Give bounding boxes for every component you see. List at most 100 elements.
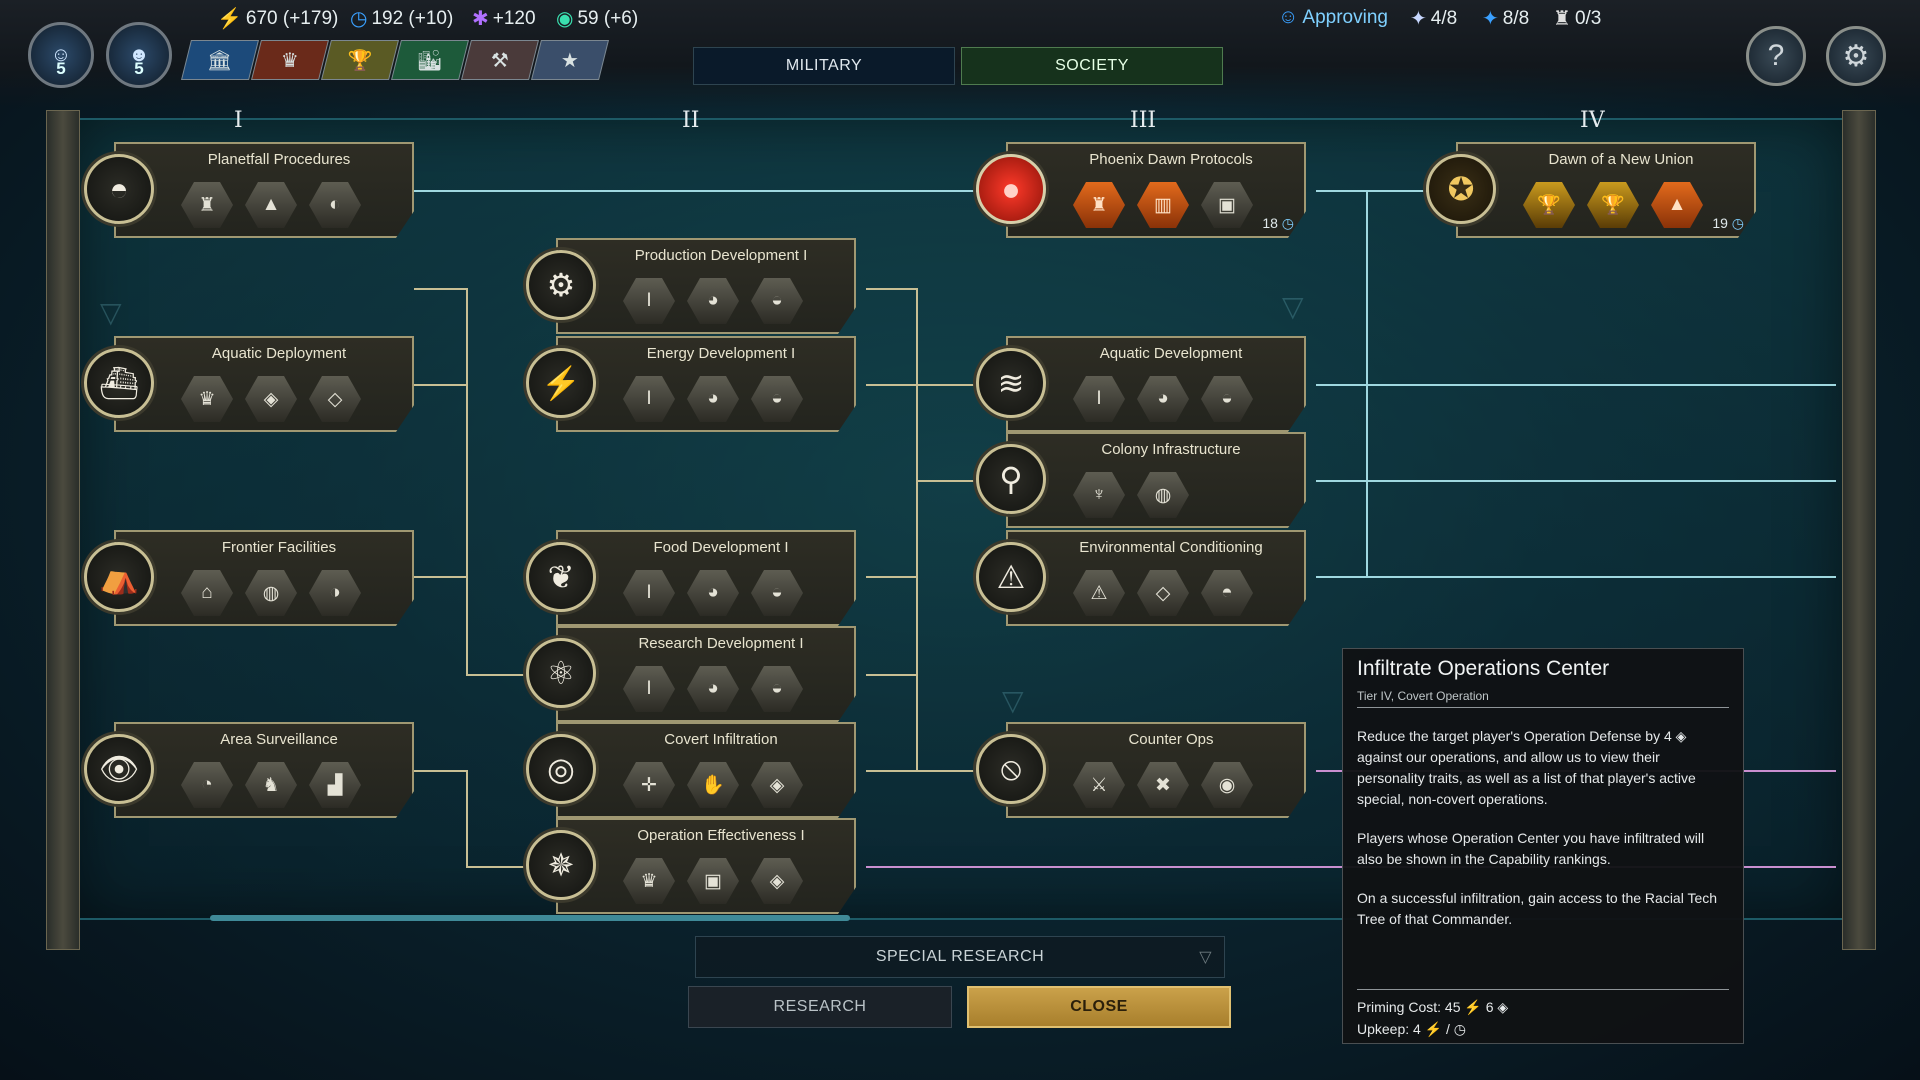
tech-phoenix-dawn-protocols[interactable]: ● Phoenix Dawn Protocols ♜ ▥ ▣ 18 ◷ <box>976 142 1306 238</box>
signal-resource[interactable]: ◉ 59 (+6) <box>556 6 638 31</box>
tech-energy-development[interactable]: ⚡ Energy Development I I ◕ ◒ <box>526 336 856 432</box>
connector <box>916 288 918 770</box>
unlock-slot-icon[interactable]: ◔ <box>181 762 233 808</box>
operations-count-1[interactable]: ✦ 4/8 <box>1410 6 1457 31</box>
unlock-slot-icon[interactable]: ◍ <box>1137 472 1189 518</box>
horizontal-scrollbar[interactable] <box>210 915 850 921</box>
unlock-slot-icon[interactable]: ◇ <box>309 376 361 422</box>
tier-slot-icon[interactable]: I <box>623 666 675 712</box>
unlock-slot-icon[interactable]: ⚔ <box>1073 762 1125 808</box>
tab-society[interactable]: SOCIETY <box>961 47 1223 85</box>
priming-cost: Priming Cost: 45 ⚡ 6 ◈ <box>1357 999 1509 1015</box>
unlock-slot-icon[interactable]: ◒ <box>751 278 803 324</box>
unlock-slot-icon[interactable]: ▟ <box>309 762 361 808</box>
settings-button[interactable]: ⚙ <box>1826 26 1886 86</box>
tab-military[interactable]: MILITARY <box>693 47 955 85</box>
unlock-slot-icon[interactable]: ✛ <box>623 762 675 808</box>
hero-avatar[interactable]: ☻ 5 <box>106 22 172 88</box>
tier-slot-icon[interactable]: I <box>623 570 675 616</box>
tech-planetfall-procedures[interactable]: ◓ Planetfall Procedures ♜ ▲ ◐ <box>84 142 414 238</box>
unlock-slot-icon[interactable]: ◐ <box>309 182 361 228</box>
tech-food-development[interactable]: ❦ Food Development I I ◕ ◒ <box>526 530 856 626</box>
unlock-slot-icon[interactable]: ◕ <box>687 376 739 422</box>
unlock-slot-icon[interactable]: ◈ <box>245 376 297 422</box>
tech-operation-effectiveness[interactable]: ✵ Operation Effectiveness I ♛ ▣ ◈ <box>526 818 856 914</box>
connector <box>1316 576 1836 578</box>
unlock-slot-icon[interactable]: ◒ <box>751 666 803 712</box>
connector <box>1316 384 1836 386</box>
tech-research-development[interactable]: ⚛ Research Development I I ◕ ◒ <box>526 626 856 722</box>
unlock-slot-icon[interactable]: ◑ <box>309 570 361 616</box>
connector <box>866 576 916 578</box>
special-research-dropdown[interactable]: SPECIAL RESEARCH ▽ <box>695 936 1225 978</box>
tech-aquatic-deployment[interactable]: ⛴ Aquatic Deployment ♛ ◈ ◇ <box>84 336 414 432</box>
tech-aquatic-development[interactable]: ≋ Aquatic Development I ◕ ◒ <box>976 336 1306 432</box>
unlock-slot-icon[interactable]: ▣ <box>1201 182 1253 228</box>
tier-slot-icon[interactable]: I <box>1073 376 1125 422</box>
unlock-slot-icon[interactable]: ◒ <box>751 570 803 616</box>
unlock-slot-icon[interactable]: ▥ <box>1137 182 1189 228</box>
unlock-slot-icon[interactable]: ◇ <box>1137 570 1189 616</box>
tooltip-infiltration-note: On a successful infiltration, gain acces… <box>1357 890 1718 927</box>
tech-covert-infiltration[interactable]: ◎ Covert Infiltration ✛ ✋ ◈ <box>526 722 856 818</box>
triangle-marker-icon: ▽ <box>1002 685 1024 716</box>
research-resource[interactable]: ✱ +120 <box>472 6 536 31</box>
unlock-slot-icon[interactable]: ⌂ <box>181 570 233 616</box>
tech-dawn-of-a-new-union[interactable]: ✪ Dawn of a New Union 🏆 🏆 ▲ 19 ◷ <box>1426 142 1756 238</box>
influence-resource[interactable]: ◷ 192 (+10) <box>350 6 453 31</box>
close-button[interactable]: CLOSE <box>967 986 1231 1028</box>
unlock-slot-icon[interactable]: ♛ <box>181 376 233 422</box>
unlock-slot-icon[interactable]: ◓ <box>1201 570 1253 616</box>
unlock-slot-icon[interactable]: ♞ <box>245 762 297 808</box>
trophy-icon[interactable]: 🏆 <box>321 40 399 80</box>
unlock-slot-icon[interactable]: ◒ <box>1201 376 1253 422</box>
unlock-slot-icon[interactable]: ◈ <box>751 858 803 904</box>
tech-area-surveillance[interactable]: 👁 Area Surveillance ◔ ♞ ▟ <box>84 722 414 818</box>
trophy-icon[interactable]: 🏆 <box>1587 182 1639 228</box>
unlock-slot-icon[interactable]: ◕ <box>687 278 739 324</box>
tier-slot-icon[interactable]: I <box>623 376 675 422</box>
connector <box>866 384 916 386</box>
tier-slot-icon[interactable]: I <box>623 278 675 324</box>
government-icon[interactable]: 🏛 <box>181 40 259 80</box>
military-icon[interactable]: ♛ <box>251 40 329 80</box>
unlock-slot-icon[interactable]: ◒ <box>751 376 803 422</box>
tower-icon: ♜ <box>1553 8 1571 30</box>
cities-icon[interactable]: 🏙 <box>391 40 469 80</box>
tech-frontier-facilities[interactable]: ⛺ Frontier Facilities ⌂ ◍ ◑ <box>84 530 414 626</box>
unlock-slot-icon[interactable]: ▲ <box>1651 182 1703 228</box>
tech-environmental-conditioning[interactable]: ⚠ Environmental Conditioning ⚠ ◇ ◓ <box>976 530 1306 626</box>
research-button[interactable]: RESEARCH <box>688 986 952 1028</box>
unlock-slot-icon[interactable]: ⚠ <box>1073 570 1125 616</box>
tech-colony-infrastructure[interactable]: ⚲ Colony Infrastructure ♆ ◍ <box>976 432 1306 528</box>
unlock-slot-icon[interactable]: ◕ <box>687 666 739 712</box>
unlock-slot-icon[interactable]: ◉ <box>1201 762 1253 808</box>
approval-status[interactable]: ☺ Approving <box>1278 6 1388 29</box>
unlock-slot-icon[interactable]: ♜ <box>1073 182 1125 228</box>
connector <box>414 288 466 290</box>
unlock-slot-icon[interactable]: ◍ <box>245 570 297 616</box>
units-icon[interactable]: ⚒ <box>461 40 539 80</box>
operations-count-2[interactable]: ✦ 8/8 <box>1482 6 1529 31</box>
player-avatar[interactable]: ☺ 5 <box>28 22 94 88</box>
star-icon[interactable]: ★ <box>531 40 609 80</box>
chevron-down-icon: ▽ <box>1199 949 1212 966</box>
unlock-slot-icon[interactable]: ♛ <box>623 858 675 904</box>
unlock-slot-icon[interactable]: ✖ <box>1137 762 1189 808</box>
connector <box>866 674 916 676</box>
trophy-icon[interactable]: 🏆 <box>1523 182 1575 228</box>
unlock-slot-icon[interactable]: ◕ <box>687 570 739 616</box>
unlock-slot-icon[interactable]: ✋ <box>687 762 739 808</box>
tech-counter-ops[interactable]: ⦸ Counter Ops ⚔ ✖ ◉ <box>976 722 1306 818</box>
unlock-slot-icon[interactable]: ♜ <box>181 182 233 228</box>
unlock-slot-icon[interactable]: ▲ <box>245 182 297 228</box>
unlock-slot-icon[interactable]: ◈ <box>751 762 803 808</box>
unlock-slot-icon[interactable]: ◕ <box>1137 376 1189 422</box>
unlock-slot-icon[interactable]: ♆ <box>1073 472 1125 518</box>
tech-production-development[interactable]: ⚙ Production Development I I ◕ ◒ <box>526 238 856 334</box>
operations-count-3[interactable]: ♜ 0/3 <box>1553 6 1601 31</box>
help-button[interactable]: ? <box>1746 26 1806 86</box>
connector <box>916 480 976 482</box>
unlock-slot-icon[interactable]: ▣ <box>687 858 739 904</box>
energy-resource[interactable]: ⚡ 670 (+179) <box>217 6 338 31</box>
